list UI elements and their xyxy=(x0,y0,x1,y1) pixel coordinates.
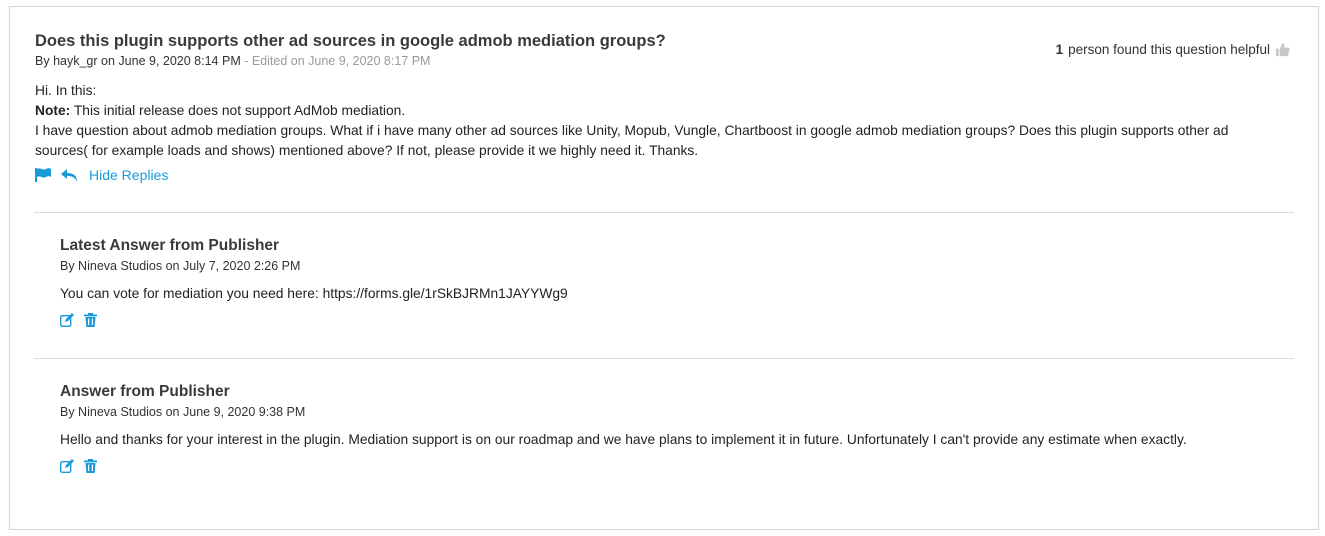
reply-icon[interactable] xyxy=(61,168,78,183)
reply-meta: By Nineva Studios on June 9, 2020 9:38 P… xyxy=(60,405,306,419)
reply-actions xyxy=(60,459,97,473)
author-name[interactable]: hayk_gr xyxy=(53,54,97,68)
reply-text: You can vote for mediation you need here… xyxy=(60,286,568,301)
edited-date: - Edited on June 9, 2020 8:17 PM xyxy=(240,54,431,68)
trash-icon[interactable] xyxy=(84,313,97,327)
divider xyxy=(34,358,1294,359)
flag-icon[interactable] xyxy=(35,168,52,182)
hide-replies-link[interactable]: Hide Replies xyxy=(89,167,168,183)
body-paragraph: I have question about admob mediation gr… xyxy=(35,123,1229,158)
reply-title: Answer from Publisher xyxy=(60,383,230,400)
divider xyxy=(34,212,1294,213)
helpful-count: 1 xyxy=(1055,42,1064,57)
helpful-indicator: 1 person found this question helpful xyxy=(1056,42,1290,57)
question-meta: By hayk_gr on June 9, 2020 8:14 PM - Edi… xyxy=(35,54,430,68)
question-card: Does this plugin supports other ad sourc… xyxy=(9,6,1319,530)
note-line: Note: This initial release does not supp… xyxy=(35,101,1285,121)
posted-date: on June 9, 2020 8:14 PM xyxy=(101,54,241,68)
note-label: Note: xyxy=(35,103,71,118)
reply-title: Latest Answer from Publisher xyxy=(60,237,280,254)
edit-icon[interactable] xyxy=(60,313,75,327)
question-title: Does this plugin supports other ad sourc… xyxy=(35,32,666,50)
reply-meta: By Nineva Studios on July 7, 2020 2:26 P… xyxy=(60,259,301,273)
edit-icon[interactable] xyxy=(60,459,75,473)
thumbs-up-icon[interactable] xyxy=(1275,42,1290,57)
body-line-1: Hi. In this: xyxy=(35,83,97,98)
note-text: This initial release does not support Ad… xyxy=(70,103,406,118)
by-prefix: By xyxy=(35,54,50,68)
trash-icon[interactable] xyxy=(84,459,97,473)
question-actions: Hide Replies xyxy=(35,167,168,183)
reply-text: Hello and thanks for your interest in th… xyxy=(60,432,1187,447)
helpful-text: person found this question helpful xyxy=(1068,42,1270,57)
question-body: Hi. In this: Note: This initial release … xyxy=(35,81,1285,161)
reply-actions xyxy=(60,313,97,327)
